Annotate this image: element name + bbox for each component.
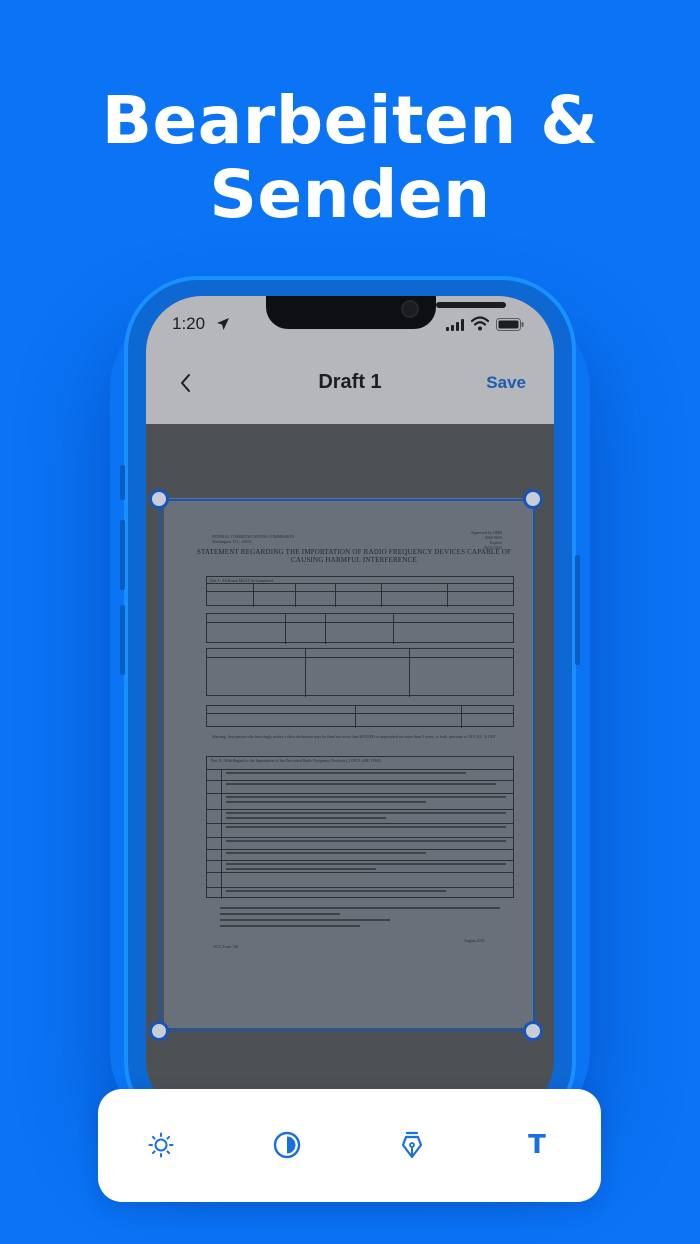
headline-line-1: Bearbeiten & — [101, 82, 599, 159]
cellular-signal-icon — [446, 319, 464, 331]
annotate-button[interactable] — [394, 1127, 430, 1163]
text-icon: T — [528, 1130, 546, 1160]
phone-button-volume-down — [120, 605, 125, 675]
front-camera — [401, 300, 419, 318]
brightness-icon — [148, 1132, 174, 1158]
notch — [266, 296, 506, 329]
earpiece-speaker — [436, 302, 506, 308]
phone-screen: 1:20 Draft 1 Save FEDERAL COMMUNICATIONS… — [146, 296, 554, 1116]
contrast-button[interactable] — [269, 1127, 305, 1163]
crop-handle-top-right[interactable] — [523, 489, 543, 509]
battery-icon — [496, 318, 524, 331]
headline-line-2: Senden — [209, 156, 491, 233]
pen-nib-icon — [401, 1131, 423, 1159]
headline: Bearbeiten & Senden — [0, 84, 700, 232]
crop-handle-bottom-left[interactable] — [149, 1021, 169, 1041]
brightness-button[interactable] — [143, 1127, 179, 1163]
save-button[interactable]: Save — [486, 373, 526, 393]
navigation-bar: Draft 1 Save — [146, 356, 554, 424]
crop-handle-top-left[interactable] — [149, 489, 169, 509]
wifi-icon — [471, 316, 489, 331]
phone-button-power — [575, 555, 580, 665]
status-time: 1:20 — [172, 314, 206, 333]
edit-toolbar: T — [98, 1089, 601, 1202]
crop-handle-bottom-right[interactable] — [523, 1021, 543, 1041]
add-text-button[interactable]: T — [519, 1127, 555, 1163]
document-crop-area[interactable]: FEDERAL COMMUNICATIONS COMMISSION Washin… — [146, 424, 554, 1116]
contrast-icon — [273, 1131, 301, 1159]
phone-button-volume-up — [120, 520, 125, 590]
location-arrow-icon — [217, 318, 229, 330]
crop-frame[interactable] — [159, 499, 535, 1031]
phone-button-mute — [120, 465, 125, 500]
